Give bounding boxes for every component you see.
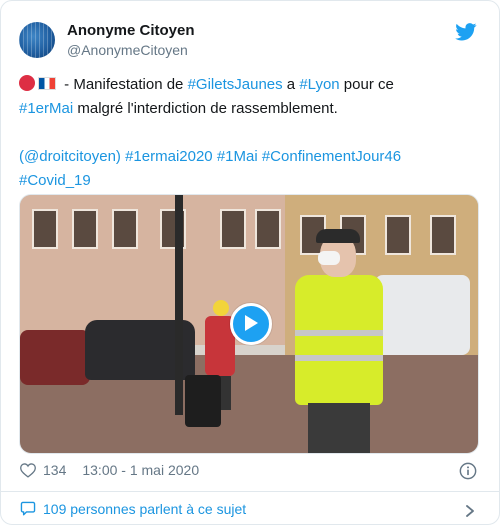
like-count[interactable]: 134: [43, 462, 66, 478]
text-line2: malgré l'interdiction de rassemblement.: [73, 100, 338, 117]
heart-icon[interactable]: [19, 462, 37, 478]
red-circle-icon: [19, 75, 35, 91]
person-in-vest: [290, 229, 385, 453]
author-handle[interactable]: @AnonymeCitoyen: [67, 42, 188, 58]
chat-bubble-icon: [20, 501, 36, 516]
play-button[interactable]: [230, 303, 272, 345]
hashtag-1ermai[interactable]: #1erMai: [19, 100, 73, 117]
text-mid: a: [282, 76, 300, 93]
france-flag-icon: [38, 77, 56, 90]
author-name[interactable]: Anonyme Citoyen: [67, 22, 195, 39]
info-icon[interactable]: [459, 462, 477, 480]
hashtag-giletsjaunes[interactable]: #GiletsJaunes: [188, 76, 283, 93]
chevron-right-icon[interactable]: [463, 504, 477, 518]
mentions-hashtags-line[interactable]: (@droitcitoyen) #1ermai2020 #1Mai #Confi…: [19, 148, 401, 165]
hashtag-lyon[interactable]: #Lyon: [299, 76, 339, 93]
text-suffix: pour ce: [339, 76, 394, 93]
avatar[interactable]: [19, 22, 55, 58]
tweet-card: Anonyme Citoyen @AnonymeCitoyen - Manife…: [0, 0, 500, 525]
conversation-link[interactable]: 109 personnes parlent à ce sujet: [19, 501, 246, 517]
text-prefix: - Manifestation de: [60, 76, 188, 93]
twitter-bird-icon[interactable]: [455, 23, 477, 41]
tweet-meta: 134 13:00 - 1 mai 2020: [19, 462, 199, 478]
tweet-text: - Manifestation de #GiletsJaunes a #Lyon…: [19, 73, 479, 193]
timestamp[interactable]: 13:00 - 1 mai 2020: [82, 462, 199, 478]
video-thumbnail[interactable]: [19, 194, 479, 454]
car: [20, 330, 90, 385]
talking-label: 109 personnes parlent à ce sujet: [43, 501, 247, 517]
divider: [1, 491, 499, 492]
van: [375, 275, 470, 355]
hashtag-covid19[interactable]: #Covid_19: [19, 172, 91, 189]
play-icon: [245, 315, 258, 331]
